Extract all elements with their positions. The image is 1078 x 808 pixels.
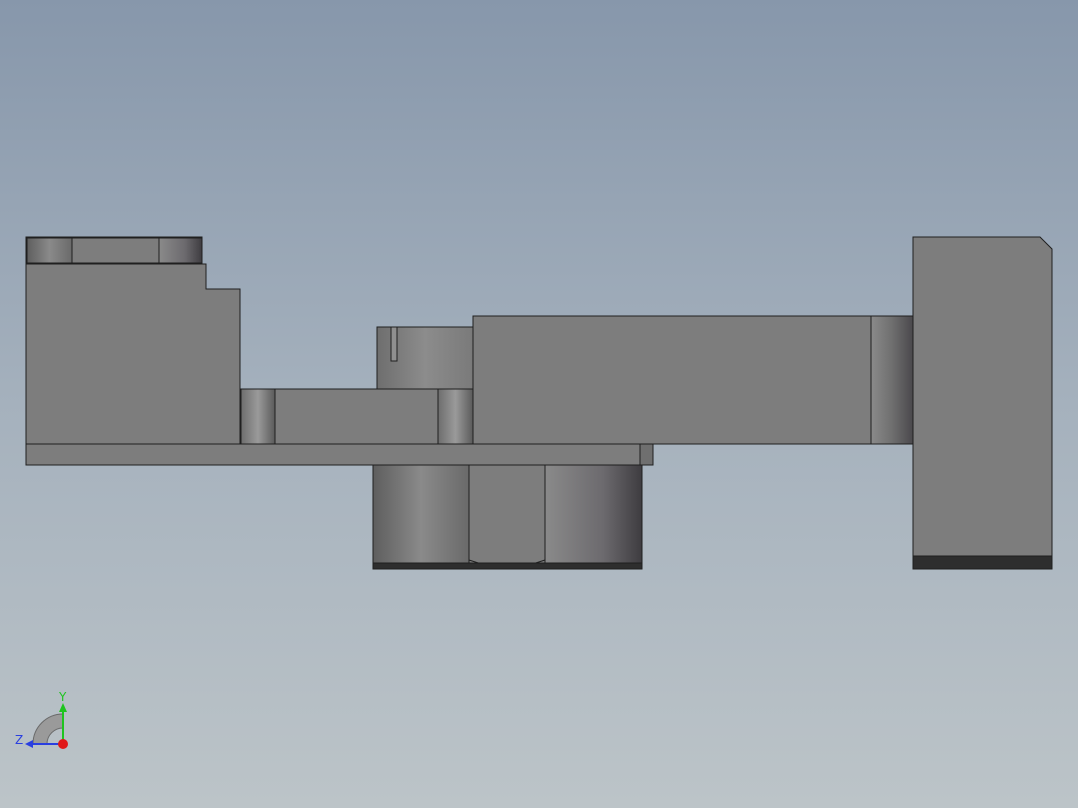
lower-cylinder-center bbox=[468, 464, 546, 564]
y-axis-arrowhead-icon bbox=[59, 703, 67, 712]
orientation-triad[interactable]: Y Z bbox=[15, 690, 68, 749]
base-plate-end bbox=[639, 443, 654, 466]
left-housing-cap-right-fillet bbox=[158, 237, 203, 264]
middle-link-left-boss bbox=[240, 388, 276, 445]
middle-link-bar bbox=[274, 388, 439, 445]
right-block[interactable] bbox=[912, 236, 1053, 570]
lower-cylinder-bottom-shadow bbox=[372, 562, 643, 570]
lower-cylinder[interactable] bbox=[372, 464, 643, 570]
z-axis-arrowhead-icon bbox=[25, 740, 33, 748]
triad-rotation-arc-icon bbox=[32, 713, 64, 745]
model-view[interactable]: Y Z bbox=[0, 0, 1078, 808]
z-axis-label: Z bbox=[15, 733, 23, 747]
middle-link-slot bbox=[390, 326, 398, 362]
x-axis-origin-icon bbox=[58, 739, 68, 749]
cad-graphics-viewport[interactable]: Y Z bbox=[0, 0, 1078, 808]
left-housing-cap-left-fillet bbox=[26, 237, 73, 264]
long-arm-end-boss bbox=[870, 315, 914, 445]
lower-cylinder-left bbox=[372, 464, 470, 564]
base-plate[interactable] bbox=[25, 443, 641, 466]
long-arm-body bbox=[472, 315, 872, 445]
lower-cylinder-right bbox=[544, 464, 643, 564]
right-block-body bbox=[912, 236, 1053, 557]
middle-link[interactable] bbox=[240, 326, 474, 445]
right-block-bottom-shadow bbox=[912, 555, 1053, 570]
y-axis-label: Y bbox=[58, 690, 67, 704]
left-housing[interactable] bbox=[25, 236, 241, 445]
long-arm[interactable] bbox=[472, 315, 914, 445]
left-housing-cap-center bbox=[71, 237, 160, 264]
middle-link-right-boss bbox=[437, 388, 474, 445]
left-housing-main bbox=[25, 263, 241, 445]
